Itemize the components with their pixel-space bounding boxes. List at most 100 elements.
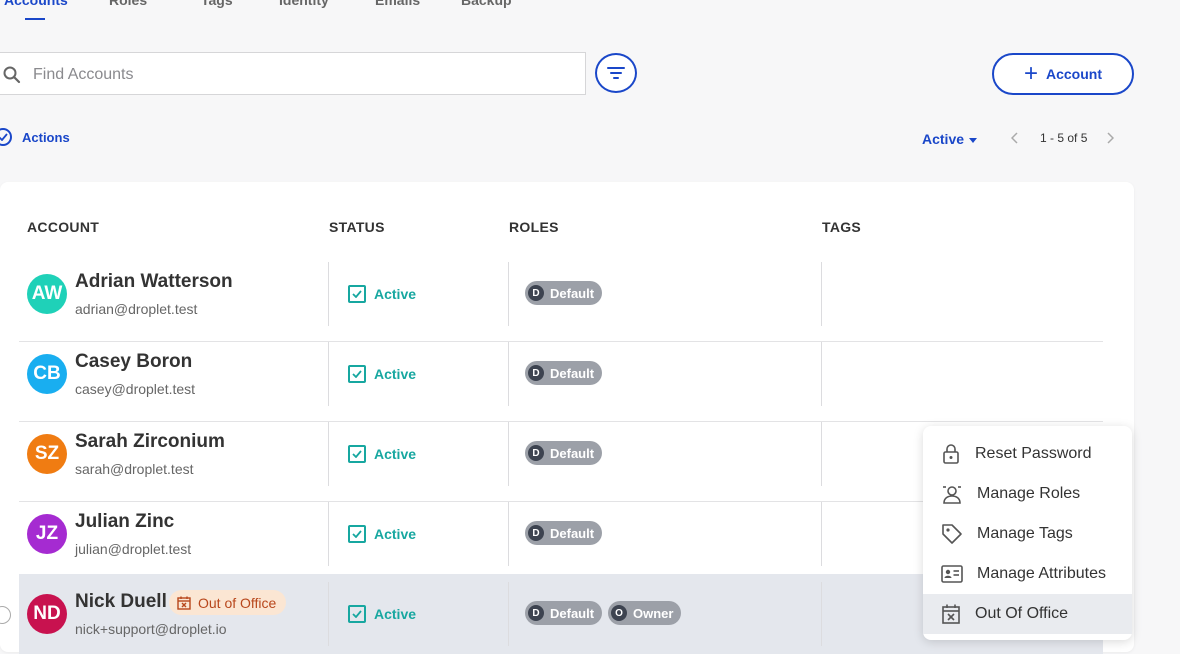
menu-item-label: Manage Attributes — [977, 565, 1106, 582]
role-initial: D — [528, 445, 544, 461]
table-row[interactable]: AW Adrian Watterson adrian@droplet.test … — [19, 262, 1103, 342]
checkbox-checked-icon — [348, 605, 366, 623]
column-divider — [328, 262, 329, 326]
search-box — [0, 52, 586, 95]
account-email: adrian@droplet.test — [75, 301, 198, 317]
status-label: Active — [374, 606, 417, 622]
status-label: Active — [374, 366, 417, 382]
chevron-right-icon[interactable] — [1103, 130, 1117, 146]
role-label: Default — [550, 285, 595, 301]
role-initial: D — [528, 285, 544, 301]
tab-emails[interactable]: Emails — [375, 0, 420, 8]
account-name[interactable]: Adrian Watterson — [75, 271, 233, 293]
tab-accounts[interactable]: Accounts — [4, 0, 68, 8]
column-divider — [508, 262, 509, 326]
status-badge: Active — [348, 605, 416, 623]
column-header-account: ACCOUNT — [27, 219, 100, 235]
avatar: AW — [27, 274, 67, 314]
menu-item-reset-password[interactable]: Reset Password — [923, 434, 1132, 474]
role-initial: D — [528, 605, 544, 621]
status-badge: Active — [348, 525, 416, 543]
tab-tags[interactable]: Tags — [201, 0, 233, 8]
status-badge: Active — [348, 285, 416, 303]
checkbox-checked-icon — [348, 365, 366, 383]
plus-icon: + — [1023, 60, 1038, 87]
column-divider — [328, 502, 329, 566]
column-divider — [821, 422, 822, 486]
calendar-x-icon — [177, 596, 191, 610]
column-divider — [508, 342, 509, 406]
column-divider — [821, 342, 822, 406]
column-header-tags: TAGS — [822, 219, 862, 235]
checkbox-checked-icon — [348, 525, 366, 543]
role-pill: D Default — [525, 281, 603, 305]
column-divider — [508, 502, 509, 566]
search-input[interactable] — [31, 61, 575, 89]
checkbox-checked-icon — [348, 285, 366, 303]
actions-button[interactable]: Actions — [0, 128, 70, 146]
pagination: 1 - 5 of 5 — [1008, 130, 1117, 146]
role-pill: D Default — [525, 601, 603, 625]
avatar: ND — [27, 594, 67, 634]
account-name[interactable]: Julian Zinc — [75, 511, 174, 533]
status-filter-dropdown[interactable]: Active — [922, 131, 978, 147]
avatar: CB — [27, 354, 67, 394]
lock-icon — [943, 444, 959, 464]
filter-icon — [607, 67, 625, 79]
account-email: julian@droplet.test — [75, 541, 192, 557]
role-label: Default — [550, 365, 595, 381]
account-email: sarah@droplet.test — [75, 461, 194, 477]
account-name[interactable]: Sarah Zirconium — [75, 431, 225, 453]
menu-item-label: Out Of Office — [975, 605, 1069, 622]
tab-backup[interactable]: Backup — [461, 0, 512, 8]
menu-item-manage-tags[interactable]: Manage Tags — [923, 514, 1132, 554]
account-name[interactable]: Nick Duell — [75, 591, 167, 613]
status-badge: Active — [348, 365, 416, 383]
select-all-checkbox[interactable] — [0, 128, 12, 146]
table-row[interactable]: CB Casey Boron casey@droplet.test Active… — [19, 342, 1103, 422]
role-initial: D — [528, 365, 544, 381]
role-label: Owner — [633, 605, 674, 621]
tag-icon — [942, 524, 962, 544]
status-label: Active — [374, 286, 417, 302]
user-role-icon — [943, 486, 961, 504]
menu-item-label: Reset Password — [975, 445, 1092, 462]
column-divider — [328, 582, 329, 646]
role-label: Default — [550, 525, 595, 541]
status-badge: Active — [348, 445, 416, 463]
id-card-icon — [941, 565, 963, 583]
calendar-x-icon — [942, 604, 960, 624]
row-context-menu: Reset Password Manage Roles Manage Tags … — [923, 426, 1132, 640]
menu-item-label: Manage Roles — [977, 485, 1081, 502]
check-icon — [0, 133, 8, 141]
column-divider — [821, 262, 822, 326]
menu-item-manage-roles[interactable]: Manage Roles — [923, 474, 1132, 514]
add-account-label: Account — [1046, 66, 1102, 82]
chevron-left-icon[interactable] — [1008, 130, 1022, 146]
status-label: Active — [374, 446, 417, 462]
add-account-button[interactable]: + Account — [992, 53, 1134, 95]
tab-identity[interactable]: Identity — [279, 0, 329, 8]
tab-roles[interactable]: Roles — [109, 0, 147, 8]
role-pill: O Owner — [608, 601, 682, 625]
status-label: Active — [374, 526, 417, 542]
column-divider — [328, 342, 329, 406]
role-label: Default — [550, 445, 595, 461]
row-select-radio[interactable] — [0, 606, 11, 624]
menu-item-out-of-office[interactable]: Out Of Office — [923, 594, 1132, 634]
out-of-office-label: Out of Office — [198, 594, 277, 611]
column-divider — [508, 422, 509, 486]
role-pill: D Default — [525, 361, 603, 385]
account-name[interactable]: Casey Boron — [75, 351, 192, 373]
filter-button[interactable] — [595, 53, 637, 93]
status-filter-value: Active — [922, 131, 965, 147]
chevron-down-icon — [969, 137, 978, 143]
search-icon — [3, 66, 21, 84]
column-header-roles: ROLES — [509, 219, 559, 235]
menu-item-manage-attributes[interactable]: Manage Attributes — [923, 554, 1132, 594]
column-divider — [821, 502, 822, 566]
column-divider — [821, 582, 822, 646]
role-initial: O — [611, 605, 627, 621]
menu-item-label: Manage Tags — [977, 525, 1073, 542]
account-email: casey@droplet.test — [75, 381, 196, 397]
